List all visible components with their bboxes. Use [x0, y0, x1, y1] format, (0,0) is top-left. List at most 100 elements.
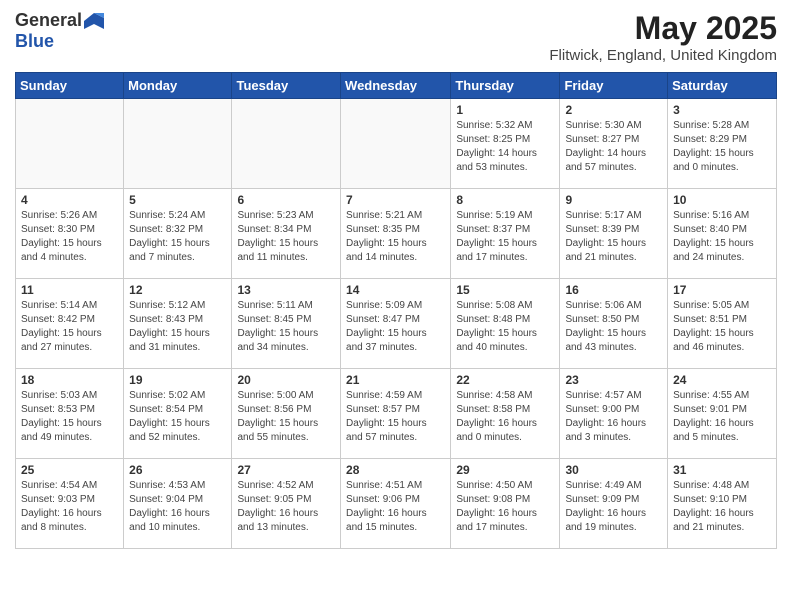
calendar-cell: 7 Sunrise: 5:21 AM Sunset: 8:35 PM Daylig…	[341, 189, 451, 279]
day-info: Sunrise: 5:19 AM Sunset: 8:37 PM Dayligh…	[456, 209, 554, 265]
day-info: Sunrise: 4:53 AM Sunset: 9:04 PM Dayligh…	[129, 479, 226, 535]
calendar-cell: 6 Sunrise: 5:23 AM Sunset: 8:34 PM Daylig…	[232, 189, 341, 279]
calendar-week-row: 1 Sunrise: 5:32 AM Sunset: 8:25 PM Daylig…	[16, 99, 777, 189]
calendar-cell: 1 Sunrise: 5:32 AM Sunset: 8:25 PM Daylig…	[451, 99, 560, 189]
day-number: 31	[673, 463, 771, 477]
day-info: Sunrise: 5:24 AM Sunset: 8:32 PM Dayligh…	[129, 209, 226, 265]
day-number: 18	[21, 373, 118, 387]
calendar-week-row: 25 Sunrise: 4:54 AM Sunset: 9:03 PM Dayli…	[16, 459, 777, 549]
day-number: 28	[346, 463, 445, 477]
calendar-cell: 29Sunrise: 4:50 AM Sunset: 9:08 PM Dayli…	[451, 459, 560, 549]
day-info: Sunrise: 5:14 AM Sunset: 8:42 PM Dayligh…	[21, 299, 118, 355]
day-info: Sunrise: 5:05 AM Sunset: 8:51 PM Dayligh…	[673, 299, 771, 355]
calendar-cell	[232, 99, 341, 189]
day-number: 5	[129, 193, 226, 207]
calendar-cell: 13Sunrise: 5:11 AM Sunset: 8:45 PM Dayli…	[232, 279, 341, 369]
page: General Blue May 2025 Flitwick, England,…	[0, 0, 792, 559]
calendar-cell: 27 Sunrise: 4:52 AM Sunset: 9:05 PM Dayli…	[232, 459, 341, 549]
day-info: Sunrise: 5:11 AM Sunset: 8:45 PM Dayligh…	[237, 299, 335, 355]
header: General Blue May 2025 Flitwick, England,…	[15, 10, 777, 64]
calendar-cell: 2Sunrise: 5:30 AM Sunset: 8:27 PM Daylig…	[560, 99, 668, 189]
day-info: Sunrise: 5:02 AM Sunset: 8:54 PM Dayligh…	[129, 389, 226, 445]
day-info: Sunrise: 5:32 AM Sunset: 8:25 PM Dayligh…	[456, 119, 554, 175]
logo-general-text: General	[15, 10, 82, 31]
calendar-cell: 5 Sunrise: 5:24 AM Sunset: 8:32 PM Daylig…	[124, 189, 232, 279]
day-number: 16	[565, 283, 662, 297]
day-info: Sunrise: 4:49 AM Sunset: 9:09 PM Dayligh…	[565, 479, 662, 535]
calendar-cell: 19 Sunrise: 5:02 AM Sunset: 8:54 PM Dayli…	[124, 369, 232, 459]
day-number: 14	[346, 283, 445, 297]
day-info: Sunrise: 5:16 AM Sunset: 8:40 PM Dayligh…	[673, 209, 771, 265]
day-info: Sunrise: 4:59 AM Sunset: 8:57 PM Dayligh…	[346, 389, 445, 445]
day-info: Sunrise: 5:26 AM Sunset: 8:30 PM Dayligh…	[21, 209, 118, 265]
calendar-cell: 26Sunrise: 4:53 AM Sunset: 9:04 PM Dayli…	[124, 459, 232, 549]
calendar-cell: 24 Sunrise: 4:55 AM Sunset: 9:01 PM Dayli…	[668, 369, 777, 459]
day-info: Sunrise: 5:12 AM Sunset: 8:43 PM Dayligh…	[129, 299, 226, 355]
day-number: 11	[21, 283, 118, 297]
calendar-cell	[16, 99, 124, 189]
day-info: Sunrise: 5:00 AM Sunset: 8:56 PM Dayligh…	[237, 389, 335, 445]
day-number: 21	[346, 373, 445, 387]
calendar-cell: 17 Sunrise: 5:05 AM Sunset: 8:51 PM Dayli…	[668, 279, 777, 369]
calendar-cell: 16 Sunrise: 5:06 AM Sunset: 8:50 PM Dayli…	[560, 279, 668, 369]
day-number: 30	[565, 463, 662, 477]
calendar-cell	[124, 99, 232, 189]
day-info: Sunrise: 4:51 AM Sunset: 9:06 PM Dayligh…	[346, 479, 445, 535]
calendar-week-row: 11 Sunrise: 5:14 AM Sunset: 8:42 PM Dayli…	[16, 279, 777, 369]
day-info: Sunrise: 4:54 AM Sunset: 9:03 PM Dayligh…	[21, 479, 118, 535]
calendar-cell: 23 Sunrise: 4:57 AM Sunset: 9:00 PM Dayli…	[560, 369, 668, 459]
subtitle: Flitwick, England, United Kingdom	[549, 47, 777, 64]
calendar-cell: 31 Sunrise: 4:48 AM Sunset: 9:10 PM Dayli…	[668, 459, 777, 549]
day-info: Sunrise: 5:21 AM Sunset: 8:35 PM Dayligh…	[346, 209, 445, 265]
day-info: Sunrise: 4:58 AM Sunset: 8:58 PM Dayligh…	[456, 389, 554, 445]
calendar-week-row: 4 Sunrise: 5:26 AM Sunset: 8:30 PM Daylig…	[16, 189, 777, 279]
calendar-cell: 12Sunrise: 5:12 AM Sunset: 8:43 PM Dayli…	[124, 279, 232, 369]
day-info: Sunrise: 5:03 AM Sunset: 8:53 PM Dayligh…	[21, 389, 118, 445]
day-info: Sunrise: 5:23 AM Sunset: 8:34 PM Dayligh…	[237, 209, 335, 265]
day-info: Sunrise: 4:57 AM Sunset: 9:00 PM Dayligh…	[565, 389, 662, 445]
logo-icon	[84, 13, 104, 29]
calendar-cell: 21 Sunrise: 4:59 AM Sunset: 8:57 PM Dayli…	[341, 369, 451, 459]
day-number: 10	[673, 193, 771, 207]
calendar-cell: 14 Sunrise: 5:09 AM Sunset: 8:47 PM Dayli…	[341, 279, 451, 369]
day-number: 9	[565, 193, 662, 207]
day-number: 8	[456, 193, 554, 207]
logo: General Blue	[15, 10, 104, 52]
calendar-cell: 20 Sunrise: 5:00 AM Sunset: 8:56 PM Dayli…	[232, 369, 341, 459]
calendar-header-row: SundayMondayTuesdayWednesdayThursdayFrid…	[16, 73, 777, 99]
calendar-cell: 4 Sunrise: 5:26 AM Sunset: 8:30 PM Daylig…	[16, 189, 124, 279]
day-info: Sunrise: 5:09 AM Sunset: 8:47 PM Dayligh…	[346, 299, 445, 355]
day-number: 1	[456, 103, 554, 117]
day-number: 2	[565, 103, 662, 117]
calendar-day-header: Tuesday	[232, 73, 341, 99]
day-number: 15	[456, 283, 554, 297]
day-number: 22	[456, 373, 554, 387]
calendar-cell: 3Sunrise: 5:28 AM Sunset: 8:29 PM Daylig…	[668, 99, 777, 189]
day-number: 25	[21, 463, 118, 477]
day-number: 17	[673, 283, 771, 297]
day-number: 19	[129, 373, 226, 387]
day-number: 7	[346, 193, 445, 207]
day-info: Sunrise: 4:50 AM Sunset: 9:08 PM Dayligh…	[456, 479, 554, 535]
day-info: Sunrise: 5:06 AM Sunset: 8:50 PM Dayligh…	[565, 299, 662, 355]
calendar-cell: 28 Sunrise: 4:51 AM Sunset: 9:06 PM Dayli…	[341, 459, 451, 549]
day-info: Sunrise: 5:08 AM Sunset: 8:48 PM Dayligh…	[456, 299, 554, 355]
calendar-cell: 11 Sunrise: 5:14 AM Sunset: 8:42 PM Dayli…	[16, 279, 124, 369]
day-info: Sunrise: 4:55 AM Sunset: 9:01 PM Dayligh…	[673, 389, 771, 445]
day-number: 27	[237, 463, 335, 477]
day-number: 20	[237, 373, 335, 387]
calendar-day-header: Wednesday	[341, 73, 451, 99]
calendar-cell: 25 Sunrise: 4:54 AM Sunset: 9:03 PM Dayli…	[16, 459, 124, 549]
main-title: May 2025	[549, 10, 777, 47]
calendar-week-row: 18 Sunrise: 5:03 AM Sunset: 8:53 PM Dayli…	[16, 369, 777, 459]
calendar-day-header: Monday	[124, 73, 232, 99]
calendar-cell: 30 Sunrise: 4:49 AM Sunset: 9:09 PM Dayli…	[560, 459, 668, 549]
day-number: 6	[237, 193, 335, 207]
day-number: 23	[565, 373, 662, 387]
calendar-cell: 10 Sunrise: 5:16 AM Sunset: 8:40 PM Dayli…	[668, 189, 777, 279]
day-info: Sunrise: 4:48 AM Sunset: 9:10 PM Dayligh…	[673, 479, 771, 535]
day-number: 24	[673, 373, 771, 387]
calendar: SundayMondayTuesdayWednesdayThursdayFrid…	[15, 72, 777, 549]
day-info: Sunrise: 4:52 AM Sunset: 9:05 PM Dayligh…	[237, 479, 335, 535]
day-number: 4	[21, 193, 118, 207]
